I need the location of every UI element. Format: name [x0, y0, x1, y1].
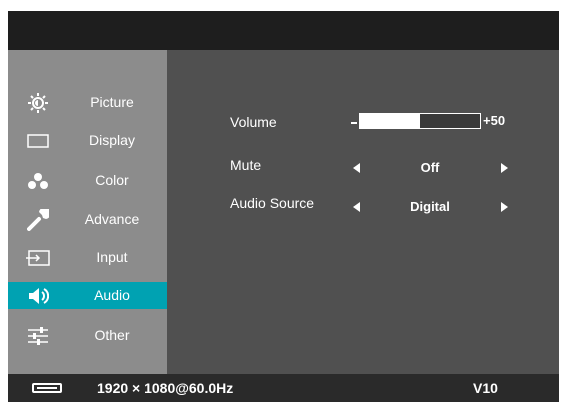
sidebar-item-picture[interactable]: Picture: [8, 89, 167, 116]
sidebar-item-label: Picture: [90, 94, 134, 110]
hdmi-port-icon: [32, 383, 62, 393]
osd-header-bar: [8, 11, 559, 50]
sidebar-item-other[interactable]: Other: [8, 322, 167, 349]
firmware-version: V10: [473, 380, 498, 396]
sidebar-item-label: Advance: [84, 211, 140, 227]
display-icon: [25, 130, 51, 151]
sidebar-item-label: Color: [95, 172, 129, 188]
input-icon: [25, 247, 51, 268]
sidebar-item-input[interactable]: Input: [8, 244, 167, 271]
osd-menu: Picture Display Color Advance Input Audi…: [8, 11, 559, 402]
sidebar-item-audio[interactable]: Audio: [8, 282, 167, 309]
audio-source-right-arrow-icon[interactable]: [501, 202, 508, 212]
color-icon: [25, 170, 51, 191]
brightness-icon: [25, 92, 51, 113]
wrench-icon: [25, 208, 51, 231]
audio-source-label: Audio Source: [230, 195, 315, 211]
sidebar-item-display[interactable]: Display: [8, 127, 167, 154]
mute-label: Mute: [230, 157, 262, 173]
mute-value: Off: [420, 160, 440, 175]
audio-settings-panel: Volume +50 Mute Off Audio Source Digital: [167, 50, 559, 374]
volume-value: +50: [483, 113, 506, 128]
audio-source-left-arrow-icon[interactable]: [353, 202, 360, 212]
mute-right-arrow-icon[interactable]: [501, 163, 508, 173]
sidebar-item-label: Audio: [94, 287, 130, 303]
volume-slider[interactable]: [359, 113, 481, 129]
volume-label: Volume: [230, 114, 277, 130]
resolution-text: 1920 × 1080@60.0Hz: [97, 380, 234, 396]
sidebar-item-advance[interactable]: Advance: [8, 206, 167, 233]
sidebar-item-color[interactable]: Color: [8, 167, 167, 194]
sidebar-menu: Picture Display Color Advance Input Audi…: [8, 50, 167, 374]
sidebar-item-label: Display: [89, 132, 135, 148]
sidebar-item-label: Input: [96, 249, 128, 265]
volume-slider-fill: [360, 114, 420, 128]
sliders-icon: [25, 325, 51, 346]
speaker-icon: [25, 285, 51, 306]
volume-minus-icon: [351, 122, 357, 124]
status-bar: 1920 × 1080@60.0Hz V10: [8, 374, 559, 402]
audio-source-value: Digital: [410, 199, 450, 214]
sidebar-item-label: Other: [94, 327, 130, 343]
mute-left-arrow-icon[interactable]: [353, 163, 360, 173]
